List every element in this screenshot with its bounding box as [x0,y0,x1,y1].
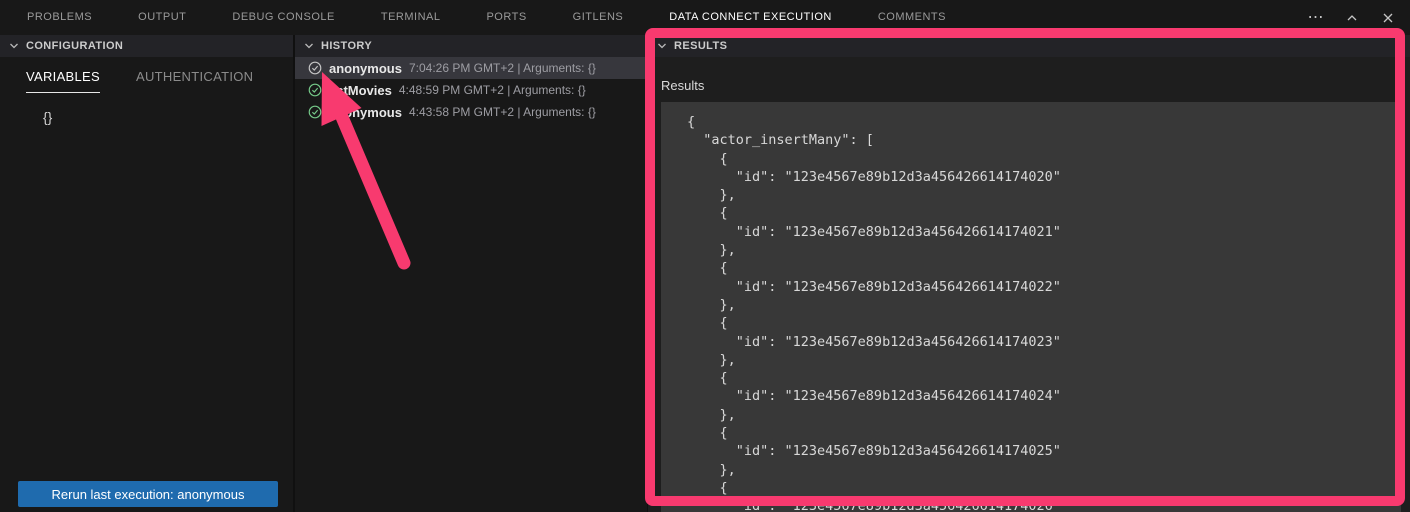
panel-actions: ⋯ [1308,10,1396,26]
results-pane: RESULTS Results { "actor_insertMany": [ … [648,35,1410,512]
bottom-panel: PROBLEMS OUTPUT DEBUG CONSOLE TERMINAL P… [0,0,1410,512]
tab-debug-console[interactable]: DEBUG CONSOLE [232,0,334,35]
history-item[interactable]: anonymous 7:04:26 PM GMT+2 | Arguments: … [295,57,647,79]
results-body: Results { "actor_insertMany": [ { "id": … [648,57,1410,512]
passed-check-icon [308,105,322,119]
tab-gitlens[interactable]: GITLENS [573,0,624,35]
history-item-name: listMovies [329,83,392,98]
tab-data-connect-execution[interactable]: DATA CONNECT EXECUTION [669,0,832,35]
history-item-detail: 4:48:59 PM GMT+2 | Arguments: {} [399,83,586,97]
history-header[interactable]: HISTORY [295,35,647,57]
history-item-detail: 4:43:58 PM GMT+2 | Arguments: {} [409,105,596,119]
more-actions-icon[interactable]: ⋯ [1308,10,1324,26]
history-item-name: anonymous [329,61,402,76]
history-pane: HISTORY anonymous 7:04:26 PM GMT+2 | Arg… [295,35,648,512]
chevron-down-icon [654,38,670,54]
history-item-name: anonymous [329,105,402,120]
results-header[interactable]: RESULTS [648,35,1410,57]
tab-variables[interactable]: VARIABLES [26,69,100,93]
passed-check-icon [308,83,322,97]
chevron-down-icon [301,38,317,54]
results-label: Results [661,78,1410,93]
rerun-last-execution-button[interactable]: Rerun last execution: anonymous [18,481,278,507]
passed-check-icon [308,61,322,75]
maximize-panel-icon[interactable] [1344,10,1360,26]
tab-output[interactable]: OUTPUT [138,0,186,35]
tab-terminal[interactable]: TERMINAL [381,0,441,35]
history-item-detail: 7:04:26 PM GMT+2 | Arguments: {} [409,61,596,75]
configuration-subtabs: VARIABLES AUTHENTICATION [0,57,293,93]
chevron-down-icon [6,38,22,54]
panel-tabs: PROBLEMS OUTPUT DEBUG CONSOLE TERMINAL P… [27,0,946,35]
history-item[interactable]: anonymous 4:43:58 PM GMT+2 | Arguments: … [295,101,647,123]
close-panel-icon[interactable] [1380,10,1396,26]
panel-tabbar: PROBLEMS OUTPUT DEBUG CONSOLE TERMINAL P… [0,0,1410,35]
configuration-header-label: CONFIGURATION [26,40,123,52]
configuration-header[interactable]: CONFIGURATION [0,35,293,57]
tab-ports[interactable]: PORTS [486,0,526,35]
configuration-pane: CONFIGURATION VARIABLES AUTHENTICATION {… [0,35,295,512]
results-json-output[interactable]: { "actor_insertMany": [ { "id": "123e456… [661,102,1401,512]
ellipsis-glyph: ⋯ [1308,13,1325,23]
results-header-label: RESULTS [674,40,727,52]
history-header-label: HISTORY [321,40,372,52]
variables-value[interactable]: {} [43,109,293,125]
tab-comments[interactable]: COMMENTS [878,0,946,35]
panel-content: CONFIGURATION VARIABLES AUTHENTICATION {… [0,35,1410,512]
history-item[interactable]: listMovies 4:48:59 PM GMT+2 | Arguments:… [295,79,647,101]
tab-problems[interactable]: PROBLEMS [27,0,92,35]
tab-authentication[interactable]: AUTHENTICATION [136,69,253,93]
